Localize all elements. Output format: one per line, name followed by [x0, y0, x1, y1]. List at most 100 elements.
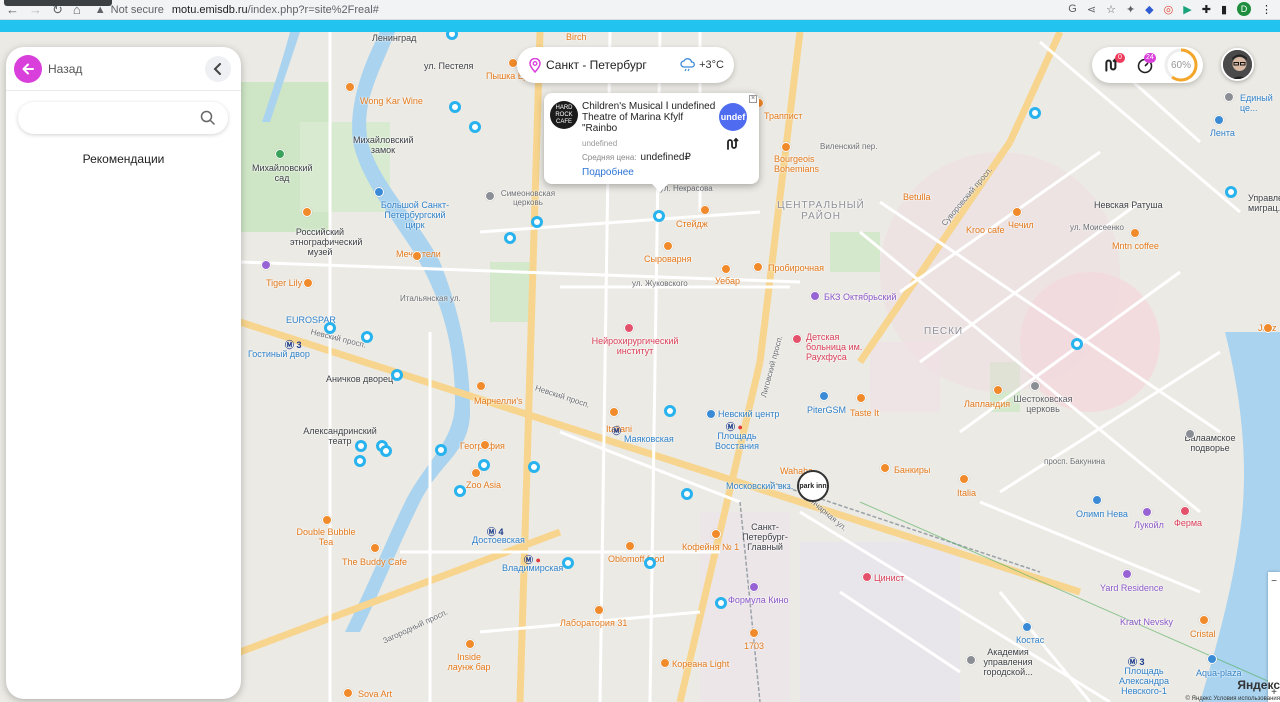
- close-popup-icon[interactable]: ×: [749, 95, 757, 103]
- shop-poi-icon[interactable]: [706, 409, 716, 419]
- venue-marker[interactable]: [644, 557, 656, 569]
- shop-poi-icon[interactable]: [1022, 622, 1032, 632]
- cafe-poi-icon[interactable]: [480, 440, 490, 450]
- puzzle-icon[interactable]: ✚: [1202, 3, 1211, 16]
- cafe-poi-icon[interactable]: [303, 278, 313, 288]
- venue-marker[interactable]: [504, 232, 516, 244]
- metro-icon[interactable]: Ⓜ ●: [524, 553, 541, 566]
- park-poi-icon[interactable]: [275, 149, 285, 159]
- shop-poi-icon[interactable]: [1092, 495, 1102, 505]
- cafe-poi-icon[interactable]: [1263, 323, 1273, 333]
- collapse-panel-button[interactable]: [205, 56, 231, 82]
- search-input[interactable]: [18, 111, 198, 125]
- venue-marker[interactable]: [355, 440, 367, 452]
- back-button[interactable]: Назад: [14, 55, 82, 83]
- museum-poi-icon[interactable]: [302, 207, 312, 217]
- shop-poi-icon[interactable]: [1214, 115, 1224, 125]
- venue-marker[interactable]: [354, 455, 366, 467]
- more-details-link[interactable]: Подробнее: [582, 167, 634, 178]
- circus-poi-icon[interactable]: [374, 187, 384, 197]
- metro-icon[interactable]: Ⓜ 3: [285, 338, 302, 351]
- venue-marker[interactable]: [380, 445, 392, 457]
- church-poi-icon[interactable]: [1185, 429, 1195, 439]
- venue-marker[interactable]: [449, 101, 461, 113]
- metro-icon[interactable]: Ⓜ 4: [487, 525, 504, 538]
- cafe-poi-icon[interactable]: [880, 463, 890, 473]
- menu-kebab-icon[interactable]: ⋮: [1261, 3, 1272, 16]
- concert-hall-poi-icon[interactable]: [810, 291, 820, 301]
- cafe-poi-icon[interactable]: [1012, 207, 1022, 217]
- hotel-poi-icon[interactable]: [1122, 569, 1132, 579]
- map-copyright[interactable]: © Яндекс Условия использования: [1185, 696, 1280, 702]
- cafe-poi-icon[interactable]: [1130, 228, 1140, 238]
- venue-marker[interactable]: [1225, 186, 1237, 198]
- venue-marker[interactable]: [653, 210, 665, 222]
- cafe-poi-icon[interactable]: [711, 529, 721, 539]
- venue-marker[interactable]: [454, 485, 466, 497]
- metro-icon[interactable]: Ⓜ 3: [1128, 655, 1145, 668]
- cafe-poi-icon[interactable]: [465, 639, 475, 649]
- cafe-poi-icon[interactable]: [625, 541, 635, 551]
- cafe-poi-icon[interactable]: [781, 142, 791, 152]
- cafe-poi-icon[interactable]: [993, 385, 1003, 395]
- address-bar[interactable]: motu.emisdb.ru/index.php?r=site%2Freal#: [172, 4, 379, 16]
- cafe-poi-icon[interactable]: [476, 381, 486, 391]
- venue-marker[interactable]: [324, 322, 336, 334]
- venue-marker[interactable]: [528, 461, 540, 473]
- cafe-poi-icon[interactable]: [753, 262, 763, 272]
- shield-extension-icon[interactable]: ◆: [1145, 3, 1153, 16]
- venue-marker[interactable]: [469, 121, 481, 133]
- building-poi-icon[interactable]: [966, 655, 976, 665]
- metro-icon[interactable]: Ⓜ: [612, 424, 621, 437]
- cafe-poi-icon[interactable]: [721, 264, 731, 274]
- cinema-poi-icon[interactable]: [749, 582, 759, 592]
- venue-marker[interactable]: [1029, 107, 1041, 119]
- user-avatar[interactable]: [1221, 48, 1254, 81]
- hospital-poi-icon[interactable]: [624, 323, 634, 333]
- cafe-poi-icon[interactable]: [856, 393, 866, 403]
- venue-marker[interactable]: [531, 216, 543, 228]
- cafe-poi-icon[interactable]: [663, 241, 673, 251]
- flag-extension-icon[interactable]: ▶: [1183, 3, 1191, 16]
- metro-icon[interactable]: Ⓜ ●: [726, 420, 743, 433]
- cafe-poi-icon[interactable]: [1199, 615, 1209, 625]
- cafe-poi-icon[interactable]: [343, 688, 353, 698]
- shop-poi-icon[interactable]: [819, 391, 829, 401]
- venue-marker[interactable]: [391, 369, 403, 381]
- bookmark-star-icon[interactable]: ☆: [1106, 3, 1116, 16]
- sidebar-icon[interactable]: ▮: [1221, 3, 1227, 16]
- venue-marker[interactable]: [478, 459, 490, 471]
- cafe-poi-icon[interactable]: [345, 82, 355, 92]
- venue-marker[interactable]: [361, 331, 373, 343]
- cafe-poi-icon[interactable]: [594, 605, 604, 615]
- profile-avatar[interactable]: D: [1237, 2, 1251, 16]
- gas-station-poi-icon[interactable]: [1142, 507, 1152, 517]
- cafe-poi-icon[interactable]: [700, 205, 710, 215]
- park-inn-marker[interactable]: park inn: [797, 470, 829, 502]
- search-box[interactable]: [18, 102, 228, 134]
- church-poi-icon[interactable]: [485, 191, 495, 201]
- venue-marker[interactable]: [715, 597, 727, 609]
- google-icon[interactable]: G: [1068, 3, 1077, 15]
- entertainment-poi-icon[interactable]: [261, 260, 271, 270]
- hospital-poi-icon[interactable]: [792, 334, 802, 344]
- venue-marker[interactable]: [1071, 338, 1083, 350]
- route-icon[interactable]: [725, 137, 741, 156]
- progress-indicator[interactable]: 60%: [1163, 47, 1199, 83]
- cafe-poi-icon[interactable]: [370, 543, 380, 553]
- zoom-out-button[interactable]: −: [1268, 576, 1280, 587]
- venue-marker[interactable]: [562, 557, 574, 569]
- cafe-poi-icon[interactable]: [749, 628, 759, 638]
- church-poi-icon[interactable]: [1030, 381, 1040, 391]
- cafe-poi-icon[interactable]: [322, 515, 332, 525]
- building-poi-icon[interactable]: [1224, 92, 1234, 102]
- venue-marker[interactable]: [435, 444, 447, 456]
- search-icon[interactable]: [198, 110, 218, 126]
- share-icon[interactable]: ⋖: [1087, 3, 1096, 16]
- city-weather-bar[interactable]: Санкт - Петербург +3°C: [517, 47, 734, 83]
- cafe-poi-icon[interactable]: [959, 474, 969, 484]
- cafe-poi-icon[interactable]: [609, 407, 619, 417]
- pharmacy-poi-icon[interactable]: [862, 572, 872, 582]
- cafe-poi-icon[interactable]: [412, 251, 422, 261]
- extension-icon[interactable]: ✦: [1126, 3, 1135, 16]
